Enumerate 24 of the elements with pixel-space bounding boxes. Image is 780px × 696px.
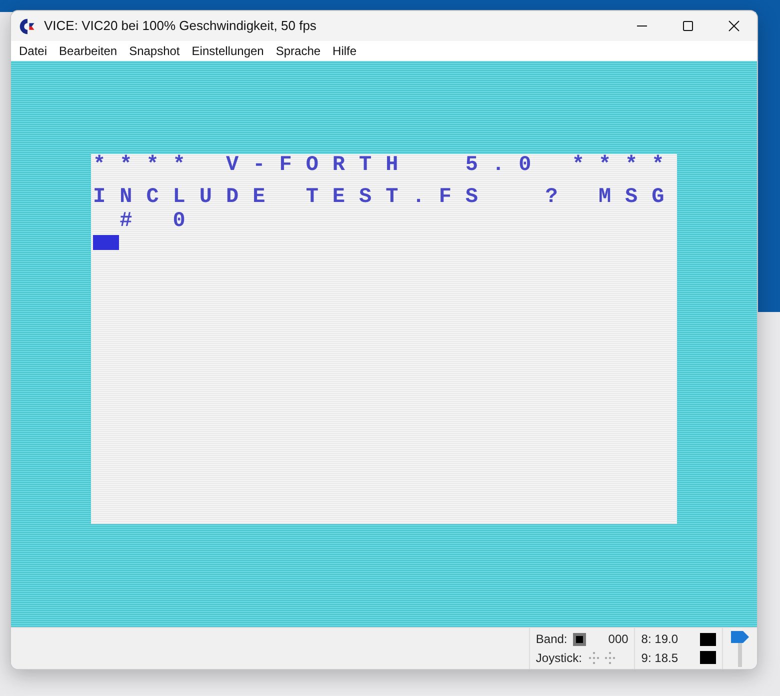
joystick-label: Joystick: xyxy=(536,650,582,667)
volume-thumb[interactable] xyxy=(731,630,749,642)
tape-counter: 000 xyxy=(608,631,628,648)
menu-item[interactable]: Einstellungen xyxy=(186,41,271,61)
close-icon xyxy=(728,20,740,32)
volume-slider[interactable] xyxy=(731,630,749,666)
menu-item[interactable]: Datei xyxy=(14,41,54,61)
joystick-icon xyxy=(588,652,616,664)
menu-item[interactable]: Bearbeiten xyxy=(54,41,124,61)
screen-text-line: # 0 xyxy=(118,210,200,234)
menu-item[interactable]: Snapshot xyxy=(124,41,187,61)
tape-status-icon xyxy=(573,632,586,646)
window-title: VICE: VIC20 bei 100% Geschwindigkeit, 50 fps xyxy=(44,17,318,36)
drive-status-label: 9: 18.5 xyxy=(641,650,678,667)
maximize-icon xyxy=(682,20,694,32)
tape-label: Band: xyxy=(536,631,568,648)
drive-led xyxy=(700,632,716,646)
screen-text-line: INCLUDE TEST.FS ? MSG xyxy=(93,186,678,210)
logo-icon xyxy=(19,18,36,34)
drive-led xyxy=(700,651,716,664)
drive-status-label: 8: 19.0 xyxy=(641,631,678,648)
menu-item[interactable]: Hilfe xyxy=(328,41,364,61)
screen-text-line: **** V-FORTH 5.0 **** xyxy=(93,154,678,178)
menu-item[interactable]: Sprache xyxy=(270,41,328,61)
